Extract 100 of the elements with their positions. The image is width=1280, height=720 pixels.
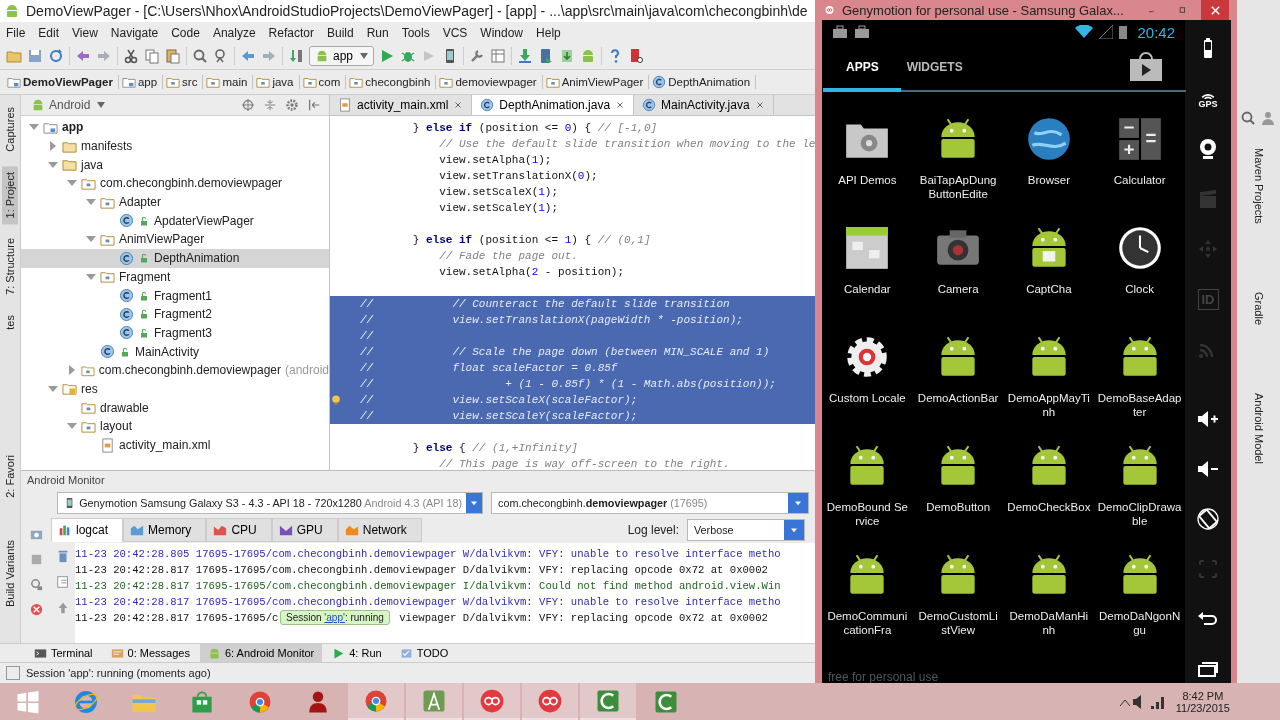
gps-button[interactable]: GPS xyxy=(1198,89,1218,109)
settings-icon[interactable] xyxy=(285,98,299,112)
close-icon[interactable] xyxy=(754,100,765,110)
tree-item[interactable]: Adapter xyxy=(21,192,329,212)
app-shortcut[interactable]: BaiTapApDungButtonEdite xyxy=(912,114,1004,223)
menu-item[interactable]: File xyxy=(6,25,26,40)
tree-item[interactable]: com.checongbinh.demoviewpager (android xyxy=(21,360,329,380)
tool-window-tab[interactable]: TODO xyxy=(391,644,457,662)
side-tab[interactable]: Captures xyxy=(2,101,18,158)
monitor-tab[interactable]: GPU xyxy=(271,518,338,542)
tree-item[interactable]: AnimViewPager xyxy=(21,230,329,249)
user-icon[interactable] xyxy=(1260,110,1276,126)
link[interactable]: 'app' xyxy=(324,612,345,623)
rotate-icon[interactable] xyxy=(1196,507,1220,531)
menu-item[interactable]: Code xyxy=(171,25,200,40)
menu-item[interactable]: View xyxy=(72,25,98,40)
app-shortcut[interactable]: Browser xyxy=(1003,114,1095,223)
breadcrumb[interactable]: demoviewpager xyxy=(436,75,543,89)
tree-item[interactable]: Fragment1 xyxy=(21,286,329,305)
tree-item[interactable]: ApdaterViewPager xyxy=(21,211,329,231)
cut-icon[interactable] xyxy=(123,48,139,64)
close-icon[interactable] xyxy=(615,100,626,110)
redo-icon[interactable] xyxy=(96,48,112,64)
side-tab[interactable]: tes xyxy=(2,308,18,336)
tree-item[interactable]: Fragment xyxy=(21,267,329,287)
app-shortcut[interactable]: API Demos xyxy=(822,114,913,223)
tree-item[interactable]: DepthAnimation xyxy=(21,248,329,268)
log-level-dropdown[interactable]: Verbose xyxy=(687,519,805,541)
play-store-icon[interactable] xyxy=(1129,52,1163,82)
expand-toggle[interactable] xyxy=(86,271,96,282)
pin-icon[interactable] xyxy=(307,98,321,112)
monitor-tab[interactable]: CPU xyxy=(206,518,272,542)
app-shortcut[interactable]: DemoCustomListView xyxy=(912,550,1004,659)
close-icon[interactable] xyxy=(453,100,464,110)
trash-icon[interactable] xyxy=(56,549,70,563)
app-shortcut[interactable]: Custom Locale xyxy=(822,332,913,441)
show-hidden-icon[interactable] xyxy=(1119,697,1130,706)
taskbar-button[interactable] xyxy=(464,683,520,720)
expand-toggle[interactable] xyxy=(48,141,58,152)
layout-icon[interactable] xyxy=(490,48,507,64)
taskbar-button[interactable] xyxy=(580,683,636,720)
wrench-icon[interactable] xyxy=(469,48,486,64)
app-shortcut[interactable]: DemoAppMayTinh xyxy=(1003,332,1095,441)
app-shortcut[interactable]: Camera xyxy=(912,223,1004,332)
editor-tab[interactable]: DepthAnimation.java xyxy=(472,95,635,115)
side-tab[interactable]: 1: Project xyxy=(2,165,18,225)
monitor-tab[interactable]: Memory xyxy=(123,518,207,542)
taskbar-button[interactable] xyxy=(522,683,578,720)
breadcrumb[interactable]: com xyxy=(299,75,347,89)
undo-icon[interactable] xyxy=(75,48,91,64)
menu-item[interactable]: Analyze xyxy=(212,25,256,40)
tool-window-tab[interactable]: 0: Messages xyxy=(102,644,198,662)
menu-item[interactable]: Window xyxy=(480,25,524,40)
close-button[interactable] xyxy=(1201,0,1229,20)
download-icon[interactable] xyxy=(517,48,534,64)
dump-icon[interactable] xyxy=(28,577,44,592)
breadcrumb[interactable]: main xyxy=(203,75,254,89)
collapse-icon[interactable] xyxy=(263,98,277,112)
tree-item[interactable]: Fragment2 xyxy=(21,304,329,324)
expand-toggle[interactable] xyxy=(48,159,58,170)
menu-item[interactable]: Build xyxy=(326,25,354,40)
breadcrumb[interactable]: AnimViewPager xyxy=(542,75,650,89)
menu-item[interactable]: VCS xyxy=(442,25,468,40)
app-shortcut[interactable]: Calculator xyxy=(1094,114,1185,223)
menu-item[interactable]: Edit xyxy=(38,25,60,40)
app-shortcut[interactable]: DemoCommunicationFra xyxy=(822,550,913,659)
stop-icon[interactable] xyxy=(28,602,44,617)
menu-item[interactable]: Refactor xyxy=(268,25,314,40)
back-arrow-icon[interactable] xyxy=(240,48,256,64)
app-shortcut[interactable]: CaptCha xyxy=(1003,223,1095,332)
app-shortcut[interactable]: DemoCheckBox xyxy=(1003,441,1095,550)
device-dropdown[interactable]: Genymotion Samsung Galaxy S3 - 4.3 - API 18 - 720x1280 Android 4.3 (API 18) xyxy=(57,492,483,514)
taskbar-button[interactable] xyxy=(406,683,462,720)
tree-item[interactable]: MainActivity xyxy=(21,342,329,361)
app-shortcut[interactable]: Calendar xyxy=(822,223,913,332)
side-tab[interactable]: Gradle xyxy=(1253,291,1265,325)
tool-window-tab[interactable]: 6: Android Monitor xyxy=(199,644,323,662)
paste-icon[interactable] xyxy=(165,48,181,64)
app-shortcut[interactable]: DemoButton xyxy=(912,441,1004,550)
folder-icon[interactable] xyxy=(6,48,22,64)
breadcrumb[interactable]: src xyxy=(163,75,204,89)
tool-window-tab[interactable]: 4: Run xyxy=(324,644,390,662)
menu-item[interactable]: Run xyxy=(366,25,389,40)
app-shortcut[interactable]: DemoDaManHinh xyxy=(1003,550,1095,659)
side-tab[interactable]: 7: Structure xyxy=(2,232,18,301)
tree-item[interactable]: drawable xyxy=(21,398,329,417)
breadcrumb[interactable]: java xyxy=(253,75,300,89)
launcher-tab[interactable]: WIDGETS xyxy=(892,60,977,74)
menu-item[interactable]: Help xyxy=(536,25,561,40)
breadcrumb[interactable]: checongbinh xyxy=(346,75,437,89)
run-config-dropdown[interactable]: app xyxy=(309,46,375,66)
copy-icon[interactable] xyxy=(144,48,160,64)
tree-item[interactable]: app xyxy=(21,118,329,137)
monitor-icon[interactable] xyxy=(628,48,645,64)
search-icon[interactable] xyxy=(1240,110,1256,126)
monitor-tab[interactable]: logcat xyxy=(51,518,124,542)
app-shortcut[interactable]: DemoBaseAdapter xyxy=(1094,332,1185,441)
tree-item[interactable]: res xyxy=(21,379,329,399)
tree-item[interactable]: activity_main.xml xyxy=(21,435,329,455)
app-shortcut[interactable]: DemoClipDrawable xyxy=(1094,441,1185,550)
